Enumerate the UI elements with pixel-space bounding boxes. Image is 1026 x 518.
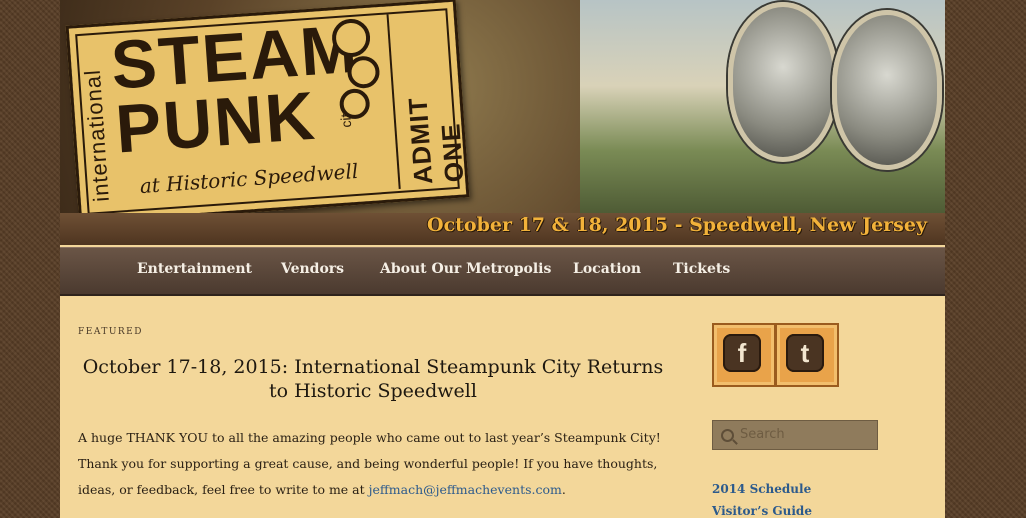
portrait-morse (728, 2, 838, 162)
header-banner[interactable]: international STEAM PUNK city at Histori… (60, 0, 945, 245)
facebook-button[interactable]: f (712, 323, 776, 387)
post-body: A huge THANK YOU to all the amazing peop… (78, 425, 678, 503)
nav-item-about-our-metropolis[interactable]: About Our Metropolis (380, 261, 551, 277)
logo-punk-text: PUNK (113, 77, 319, 168)
post-body-end: . (561, 482, 566, 497)
post-title[interactable]: October 17-18, 2015: International Steam… (80, 355, 666, 403)
sidebar-link-visitors-guide[interactable]: Visitor’s Guide (712, 504, 812, 518)
search-icon (721, 429, 734, 442)
admit-one-ticket-logo: international STEAM PUNK city at Histori… (65, 0, 470, 225)
nav-item-entertainment[interactable]: Entertainment (137, 261, 252, 277)
logo-speedwell-text: at Historic Speedwell (139, 158, 359, 199)
twitter-button[interactable]: t (775, 323, 839, 387)
ticket-divider (386, 14, 401, 190)
twitter-icon: t (786, 334, 824, 372)
portrait-vail (832, 10, 942, 170)
featured-label: FEATURED (78, 327, 143, 337)
logo-international-text: international (79, 68, 114, 203)
logo-admit-one-text: ADMIT ONE (402, 96, 470, 186)
main-navigation: Entertainment Vendors About Our Metropol… (60, 247, 945, 296)
search-placeholder: Search (740, 427, 785, 442)
nav-item-tickets[interactable]: Tickets (673, 261, 730, 277)
facebook-icon: f (723, 334, 761, 372)
sidebar-link-2014-schedule[interactable]: 2014 Schedule (712, 482, 811, 496)
nav-item-vendors[interactable]: Vendors (281, 261, 344, 277)
email-link[interactable]: jeffmach@jeffmachevents.com (369, 482, 562, 497)
event-date-banner: October 17 & 18, 2015 - Speedwell, New J… (427, 214, 927, 236)
nav-item-location[interactable]: Location (573, 261, 641, 277)
page-container: international STEAM PUNK city at Histori… (60, 0, 945, 518)
search-input[interactable]: Search (712, 420, 878, 450)
